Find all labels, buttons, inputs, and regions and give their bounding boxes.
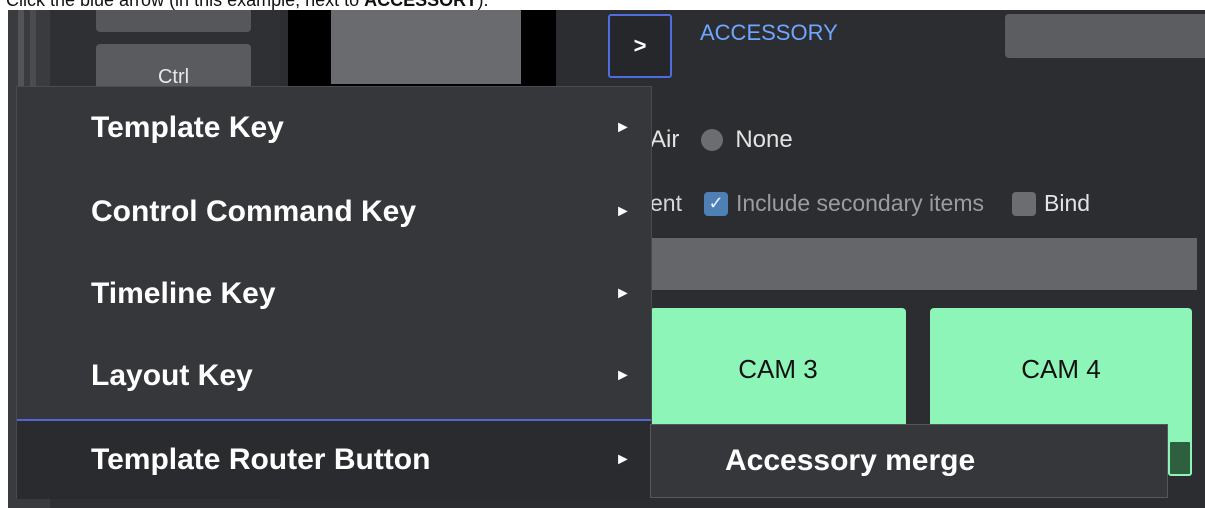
radio-none[interactable] [701, 129, 724, 151]
submenu-arrow-icon: ► [615, 119, 631, 136]
radio-row: Air None [650, 126, 793, 154]
cam-4-indicator [1168, 440, 1192, 476]
checkbox-fragment-label: ent [650, 190, 682, 216]
toolbar-bar [650, 238, 1197, 290]
expand-arrow-button[interactable]: > [608, 14, 672, 78]
instruction-caption: Click the blue arrow (in this example, n… [6, 0, 489, 10]
menu-item-template-router-button[interactable]: Template Router Button ► [17, 419, 651, 499]
menu-item-layout-key[interactable]: Layout Key ► [17, 335, 651, 417]
menu-item-control-command-key[interactable]: Control Command Key ► [17, 171, 651, 253]
menu-item-label: Layout Key [91, 359, 253, 392]
key-button-top[interactable] [96, 10, 251, 32]
section-title: ACCESSORY [700, 20, 838, 45]
radio-air-label: Air [650, 126, 680, 153]
include-secondary-label: Include secondary items [735, 190, 984, 216]
menu-item-label: Template Router Button [91, 443, 431, 476]
menu-item-label: Timeline Key [91, 277, 276, 310]
bind-checkbox[interactable] [1012, 191, 1036, 216]
include-secondary-checkbox[interactable]: ✓ [703, 191, 728, 216]
instruction-bold: ACCESSORY [364, 0, 478, 10]
instruction-suffix: ). [477, 0, 489, 10]
submenu-arrow-icon: ► [615, 203, 631, 220]
submenu-arrow-icon: ► [615, 285, 631, 302]
radio-none-label: None [735, 126, 793, 153]
context-menu: Template Key ► Control Command Key ► Tim… [16, 86, 652, 499]
checkbox-row: ent ✓ Include secondary items Bind [650, 190, 1090, 217]
menu-item-label: Control Command Key [91, 195, 417, 228]
menu-item-timeline-key[interactable]: Timeline Key ► [17, 253, 651, 335]
name-input[interactable] [1005, 14, 1205, 58]
preview-thumbnail [331, 10, 521, 84]
submenu-arrow-icon: ► [615, 451, 631, 468]
menu-item-template-key[interactable]: Template Key ► [17, 87, 651, 169]
instruction-prefix: Click the blue arrow (in this example, n… [6, 0, 365, 10]
submenu-item-accessory-merge[interactable]: Accessory merge [650, 424, 1168, 498]
bind-label: Bind [1044, 190, 1091, 216]
submenu-arrow-icon: ► [615, 367, 631, 384]
menu-item-label: Template Key [91, 111, 284, 144]
